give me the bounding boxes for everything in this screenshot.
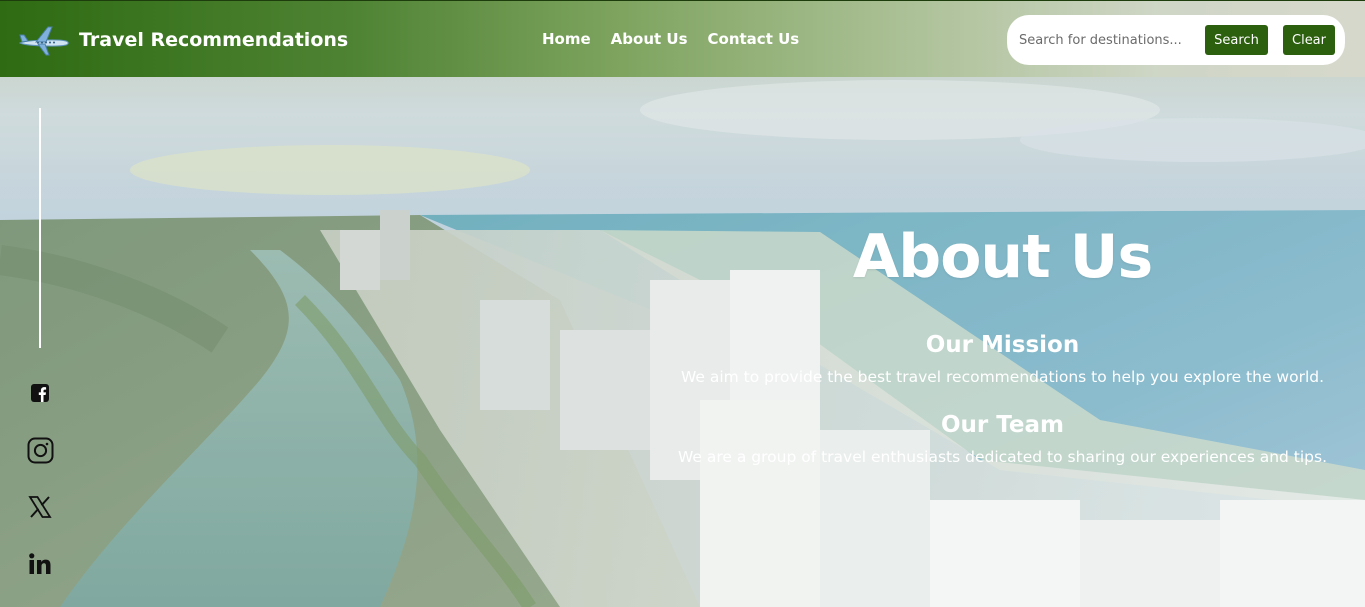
nav-link-contact-us[interactable]: Contact Us [708,30,800,48]
brand-title: Travel Recommendations [79,29,349,51]
facebook-icon [30,383,50,403]
sidebar-divider-line [39,108,41,348]
instagram-link[interactable] [26,436,54,464]
search-input[interactable] [1019,29,1199,51]
mission-heading: Our Mission [925,332,1080,358]
clear-button[interactable]: Clear [1283,25,1335,55]
linkedin-icon [28,552,52,576]
x-twitter-icon [28,495,52,519]
linkedin-link[interactable] [26,550,54,578]
brand[interactable]: Travel Recommendations [18,23,348,57]
nav-link-about-us[interactable]: About Us [611,30,688,48]
navbar: Travel Recommendations Home About Us Con… [0,0,1365,77]
search-button[interactable]: Search [1205,25,1268,55]
team-text: We are a group of travel enthusiasts ded… [677,448,1328,466]
instagram-icon [27,437,54,464]
team-heading: Our Team [941,412,1064,438]
hero-background-image [0,0,1365,607]
mission-text: We aim to provide the best travel recomm… [680,368,1325,386]
facebook-link[interactable] [26,379,54,407]
search-bar: Search Clear [1007,15,1345,65]
nav-link-home[interactable]: Home [542,30,591,48]
main-nav: Home About Us Contact Us [542,30,799,48]
page-title: About Us [852,222,1153,292]
x-twitter-link[interactable] [26,493,54,521]
airplane-icon [18,23,70,57]
